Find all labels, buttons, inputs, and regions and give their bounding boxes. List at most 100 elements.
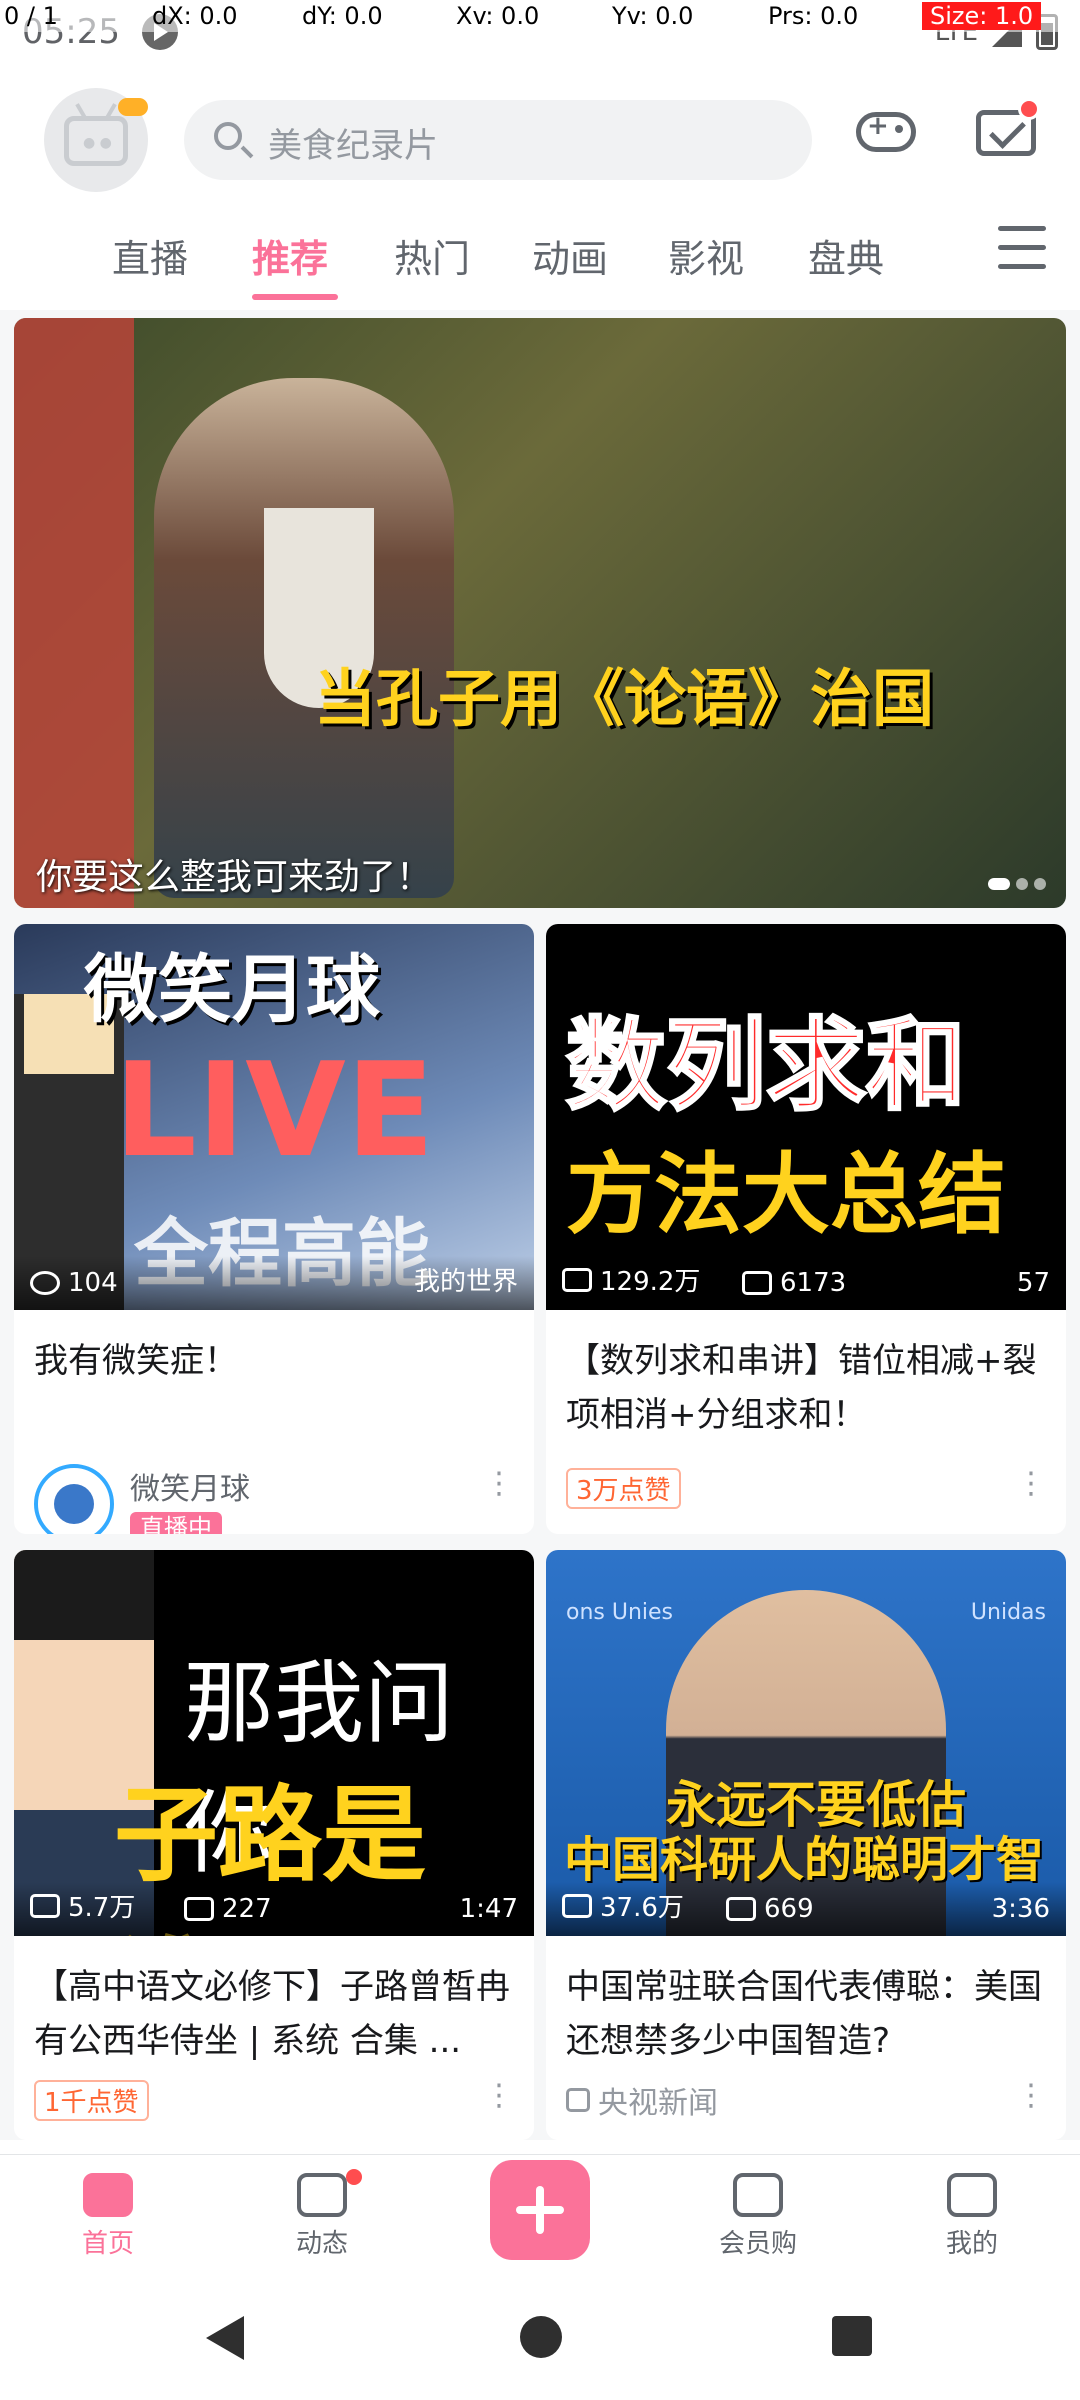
video-thumbnail[interactable]: 那我问你 子路是谁？ 5.7万 227 1:47 [14,1550,534,1936]
video-duration: 57 [1016,1268,1050,1298]
recent-apps-icon[interactable] [832,2316,872,2356]
card-footer: 1千点赞 [34,2076,514,2124]
video-card[interactable]: 那我问你 子路是谁？ 5.7万 227 1:47 【高中语文必修下】子路曾皙冉有… [14,1550,534,2140]
nav-profile[interactable]: 我的 [892,2165,1052,2265]
more-options-icon[interactable]: ⋮ [484,2076,514,2116]
danmaku-count: 669 [726,1894,814,1924]
thumbnail-stats: 5.7万 227 1:47 [14,1882,534,1936]
thumbnail-text: 中国科研人的聪明才智 [564,1832,1045,1888]
debug-xv: Xv: 0.0 [456,2,540,30]
thumbnail-text: Unidas [970,1600,1046,1625]
debug-pointer: 0 / 1 [4,2,58,30]
active-tab-indicator [252,294,338,300]
nav-dynamic[interactable]: 动态 [242,2165,402,2265]
carousel-indicator [988,878,1046,890]
danmaku-icon [184,1897,214,1921]
thumbnail-stats: 104 我的世界 [14,1256,534,1310]
search-icon [214,122,242,150]
view-count: 37.6万 [562,1887,684,1924]
video-card[interactable]: 微笑月球 LIVE 全程高能 104 我的世界 我有微笑症！ 微笑月球 直播中 … [14,924,534,1534]
banner-carousel[interactable]: 当孔子用《论语》治国 你要这么整我可来劲了！ [14,318,1066,908]
video-card[interactable]: 数列求和 方法大总结 129.2万 6173 57 【数列求和串讲】错位相减+裂… [546,924,1066,1534]
more-options-icon[interactable]: ⋮ [1016,2076,1046,2116]
thumbnail-text: ons Unies [566,1600,674,1625]
uploader-avatar[interactable] [34,1464,114,1534]
likes-tag: 3万点赞 [566,1467,681,1509]
more-options-icon[interactable]: ⋮ [1016,1464,1046,1504]
video-thumbnail[interactable]: ons Unies Unidas 永远不要低估 中国科研人的聪明才智 37.6万… [546,1550,1066,1936]
view-count: 5.7万 [30,1887,135,1924]
thumbnail-stats: 37.6万 669 3:36 [546,1882,1066,1936]
play-count-icon [30,1893,60,1918]
game-center-button[interactable] [846,92,926,172]
debug-yv: Yv: 0.0 [612,2,694,30]
danmaku-icon [742,1271,772,1295]
danmaku-count-text: 669 [764,1894,814,1924]
uploader-icon [566,2088,590,2112]
play-count-icon [562,1267,592,1292]
danmaku-count-text: 227 [222,1894,272,1924]
nav-shop[interactable]: 会员购 [678,2165,838,2265]
tab-hot[interactable]: 热门 [394,228,470,283]
banner-headline: 当孔子用《论语》治国 [314,662,935,735]
back-icon[interactable] [206,2316,244,2360]
video-title: 【数列求和串讲】错位相减+裂项相消+分组求和！ [566,1341,1037,1435]
messages-button[interactable] [966,92,1046,172]
view-count: 104 [30,1268,118,1298]
card-footer: 3万点赞 [566,1464,1046,1512]
live-tag: 直播中 [130,1512,222,1534]
more-options-icon[interactable]: ⋮ [484,1464,514,1504]
video-duration: 1:47 [459,1894,518,1924]
view-count-text: 104 [68,1268,118,1298]
debug-dy: dY: 0.0 [302,2,383,30]
tab-anime[interactable]: 动画 [532,228,608,283]
tab-live[interactable]: 直播 [112,228,188,283]
video-title: 中国常驻联合国代表傅聪：美国还想禁多少中国智造? [566,1967,1042,2061]
video-thumbnail[interactable]: 数列求和 方法大总结 129.2万 6173 57 [546,924,1066,1310]
eye-icon [30,1271,60,1295]
danmaku-count: 227 [184,1894,272,1924]
profile-icon [947,2173,997,2217]
view-count-text: 129.2万 [600,1267,701,1297]
video-card[interactable]: ons Unies Unidas 永远不要低估 中国科研人的聪明才智 37.6万… [546,1550,1066,2140]
thumbnail-stats: 129.2万 6173 57 [546,1256,1066,1310]
publish-button[interactable] [490,2160,590,2260]
search-placeholder: 美食纪录片 [268,126,438,166]
video-feed: 当孔子用《论语》治国 你要这么整我可来劲了！ 微笑月球 LIVE 全程高能 10… [0,310,1080,2140]
nav-home[interactable]: 首页 [28,2165,188,2265]
thumbnail-text: 数列求和 [565,1006,968,1126]
tv-icon: ● ● [64,116,128,166]
menu-icon[interactable] [998,226,1046,270]
thumbnail-text: LIVE [114,1034,435,1186]
video-thumbnail[interactable]: 微笑月球 LIVE 全程高能 104 我的世界 [14,924,534,1310]
game-tag: 我的世界 [413,1267,518,1297]
nav-home-label: 首页 [81,2229,134,2259]
system-navigation-bar [0,2274,1080,2400]
video-title: 我有微笑症！ [34,1341,238,1381]
pointer-debug-overlay: 0 / 1 dX: 0.0 dY: 0.0 Xv: 0.0 Yv: 0.0 Pr… [0,0,1080,32]
nav-profile-label: 我的 [945,2229,998,2259]
view-count-text: 37.6万 [600,1893,684,1923]
gamepad-icon [856,111,916,152]
tab-recommend[interactable]: 推荐 [252,228,328,283]
home-circle-icon[interactable] [520,2316,562,2358]
channel-tabs: 直播 推荐 热门 动画 影视 盘典 [0,208,1080,304]
play-count-icon [562,1893,592,1918]
debug-prs: Prs: 0.0 [768,2,859,30]
danmaku-count-text: 6173 [780,1268,847,1298]
video-title: 【高中语文必修下】子路曾皙冉有公西华侍坐 | 系统 合集 ... [34,1967,510,2061]
banner-caption: 你要这么整我可来劲了！ [36,857,433,898]
tab-classic[interactable]: 盘典 [808,228,884,283]
tab-film[interactable]: 影视 [668,228,744,283]
vip-badge [118,98,148,116]
thumbnail-text: 方法大总结 [566,1143,1007,1246]
thumbnail-text: 微笑月球 [84,947,380,1033]
debug-dx: dX: 0.0 [152,2,238,30]
view-count: 129.2万 [562,1261,700,1298]
search-box[interactable]: 美食纪录片 [184,100,812,180]
nav-dynamic-label: 动态 [295,2229,348,2259]
uploader-name: 微笑月球 [130,1472,250,1507]
dynamic-icon [297,2173,347,2217]
notification-badge [1018,98,1040,120]
card-footer: 央视新闻 [566,2076,1046,2124]
